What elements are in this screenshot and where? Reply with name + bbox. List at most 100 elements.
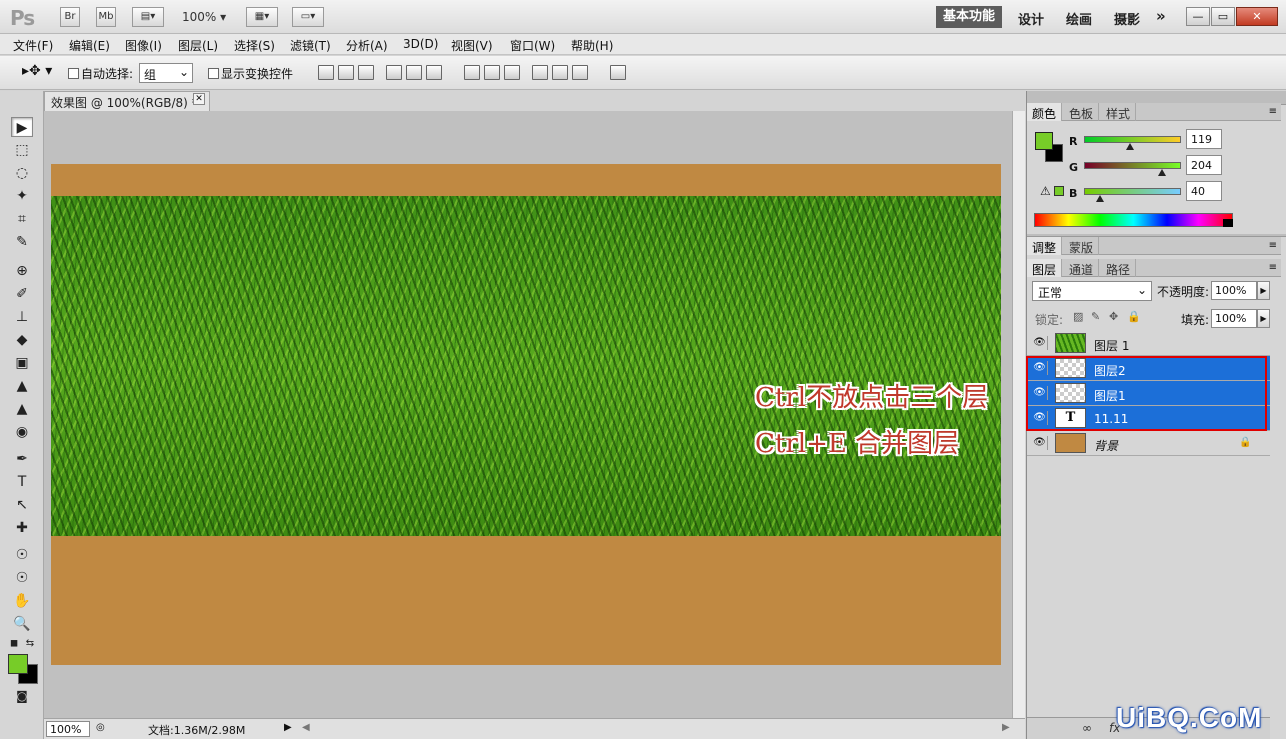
menu-view[interactable]: 视图(V) (451, 37, 493, 54)
arrange-documents-button[interactable]: ▦▾ (246, 7, 278, 27)
auto-align-layers-icon[interactable] (610, 65, 626, 80)
distribute-bottom-icon[interactable] (504, 65, 520, 80)
clone-stamp-tool-icon[interactable]: ⊥ (11, 307, 33, 327)
lasso-tool-icon[interactable]: ◌ (11, 163, 33, 183)
show-transform-controls-checkbox[interactable]: 显示变换控件 (208, 65, 293, 82)
distribute-right-icon[interactable] (572, 65, 588, 80)
distribute-left-icon[interactable] (532, 65, 548, 80)
fill-field[interactable]: 100% (1211, 309, 1257, 328)
visibility-eye-icon[interactable]: 👁 (1032, 436, 1048, 450)
hand-tool-icon[interactable]: ✋ (11, 591, 33, 611)
channel-r-thumb[interactable] (1125, 143, 1134, 150)
restore-button[interactable]: ▭ (1211, 7, 1235, 26)
status-preview-icon[interactable]: ◎ (96, 722, 105, 733)
eyedropper-tool-icon[interactable]: ✎ (11, 232, 33, 252)
screen-mode-button[interactable]: ▭▾ (292, 7, 324, 27)
menu-window[interactable]: 窗口(W) (510, 37, 555, 54)
status-zoom-field[interactable]: 100% (46, 721, 90, 737)
link-layers-icon[interactable]: ∞ (1082, 721, 1092, 735)
tab-masks[interactable]: 蒙版 (1064, 237, 1100, 255)
scroll-right-icon[interactable]: ▶ (1002, 722, 1010, 733)
swap-colors-icon[interactable]: ⇆ (24, 634, 36, 654)
quick-mask-icon[interactable]: ◙ (11, 686, 33, 706)
distribute-horizontal-center-icon[interactable] (552, 65, 568, 80)
tab-adjustments[interactable]: 调整 (1027, 237, 1063, 255)
tab-paths[interactable]: 路径 (1101, 259, 1137, 277)
eraser-tool-icon[interactable]: ▣ (11, 353, 33, 373)
align-top-icon[interactable] (318, 65, 334, 80)
brush-tool-icon[interactable]: ✐ (11, 284, 33, 304)
fill-arrow-icon[interactable]: ▶ (1257, 309, 1270, 328)
align-right-icon[interactable] (426, 65, 442, 80)
tab-styles[interactable]: 样式 (1101, 103, 1137, 121)
menu-filter[interactable]: 滤镜(T) (290, 37, 331, 54)
foreground-color-swatch[interactable] (8, 654, 28, 674)
dodge-tool-icon[interactable]: ◉ (11, 422, 33, 442)
gradient-tool-icon[interactable]: ▲ (11, 376, 33, 396)
spectrum-black-white[interactable] (1223, 219, 1233, 227)
pen-tool-icon[interactable]: ✒ (11, 449, 33, 469)
panel-foreground-swatch[interactable] (1035, 132, 1053, 150)
tab-layers[interactable]: 图层 (1027, 259, 1063, 277)
menu-layer[interactable]: 图层(L) (178, 37, 218, 54)
adjustments-panel-menu-icon[interactable]: ≡ (1269, 240, 1277, 251)
scroll-left-icon[interactable]: ◀ (302, 722, 310, 733)
opacity-arrow-icon[interactable]: ▶ (1257, 281, 1270, 300)
lock-position-icon[interactable]: ✥ (1109, 310, 1118, 323)
3d-rotate-tool-icon[interactable]: ☉ (11, 545, 33, 565)
shape-tool-icon[interactable]: ✚ (11, 518, 33, 538)
workspace-essentials[interactable]: 基本功能 (936, 6, 1002, 28)
menu-image[interactable]: 图像(I) (125, 37, 162, 54)
move-tool-preset-icon[interactable]: ▸✥ ▾ (22, 63, 52, 79)
menu-select[interactable]: 选择(S) (234, 37, 275, 54)
channel-g-value[interactable]: 204 (1186, 155, 1222, 175)
document-tab[interactable]: 效果图 @ 100%(RGB/8) * (44, 91, 210, 111)
workspace-painting[interactable]: 绘画 (1066, 9, 1092, 28)
type-tool-icon[interactable]: T (11, 472, 33, 492)
menu-3d[interactable]: 3D(D) (403, 37, 438, 51)
tab-channels[interactable]: 通道 (1064, 259, 1100, 277)
auto-select-check-icon[interactable] (68, 68, 79, 79)
layer-row[interactable]: 👁 背景 🔒 (1027, 431, 1270, 456)
history-brush-tool-icon[interactable]: ◆ (11, 330, 33, 350)
align-horizontal-center-icon[interactable] (406, 65, 422, 80)
zoom-tool-icon[interactable]: 🔍 (11, 614, 33, 634)
close-document-icon[interactable]: ✕ (193, 93, 205, 105)
blur-tool-icon[interactable]: ▲ (11, 399, 33, 419)
blend-mode-dropdown[interactable]: 正常 ⌄ (1032, 281, 1152, 301)
channel-r-value[interactable]: 119 (1186, 129, 1222, 149)
menu-file[interactable]: 文件(F) (13, 37, 53, 54)
canvas-image[interactable] (51, 164, 1001, 665)
tab-color[interactable]: 颜色 (1027, 103, 1063, 121)
zoom-level[interactable]: 100% ▾ (182, 10, 226, 24)
channel-b-value[interactable]: 40 (1186, 181, 1222, 201)
menu-help[interactable]: 帮助(H) (571, 37, 613, 54)
mini-bridge-button[interactable]: Mb (96, 7, 116, 27)
align-left-icon[interactable] (386, 65, 402, 80)
tab-swatches[interactable]: 色板 (1064, 103, 1100, 121)
auto-select-checkbox[interactable]: 自动选择: (68, 65, 133, 82)
visibility-eye-icon[interactable]: 👁 (1032, 336, 1048, 350)
opacity-field[interactable]: 100% (1211, 281, 1257, 300)
workspace-photography[interactable]: 摄影 (1114, 9, 1140, 28)
move-tool-icon[interactable]: ▶ (11, 117, 33, 137)
show-transform-check-icon[interactable] (208, 68, 219, 79)
path-selection-tool-icon[interactable]: ↖ (11, 495, 33, 515)
status-menu-arrow-icon[interactable]: ▶ (284, 722, 292, 733)
close-button[interactable]: ✕ (1236, 7, 1278, 26)
distribute-top-icon[interactable] (464, 65, 480, 80)
lock-all-icon[interactable]: 🔒 (1127, 310, 1141, 323)
menu-edit[interactable]: 编辑(E) (69, 37, 110, 54)
channel-r-slider[interactable] (1084, 136, 1181, 143)
out-of-gamut-warning-icon[interactable]: ⚠ (1040, 184, 1051, 198)
layers-panel-menu-icon[interactable]: ≡ (1269, 262, 1277, 273)
default-colors-icon[interactable]: ◼ (8, 634, 20, 654)
menu-analysis[interactable]: 分析(A) (346, 37, 388, 54)
channel-g-slider[interactable] (1084, 162, 1181, 169)
spot-healing-tool-icon[interactable]: ⊕ (11, 261, 33, 281)
align-vertical-center-icon[interactable] (338, 65, 354, 80)
marquee-tool-icon[interactable]: ⬚ (11, 140, 33, 160)
distribute-vertical-center-icon[interactable] (484, 65, 500, 80)
lock-transparency-icon[interactable]: ▨ (1073, 310, 1083, 323)
crop-tool-icon[interactable]: ⌗ (11, 209, 33, 229)
